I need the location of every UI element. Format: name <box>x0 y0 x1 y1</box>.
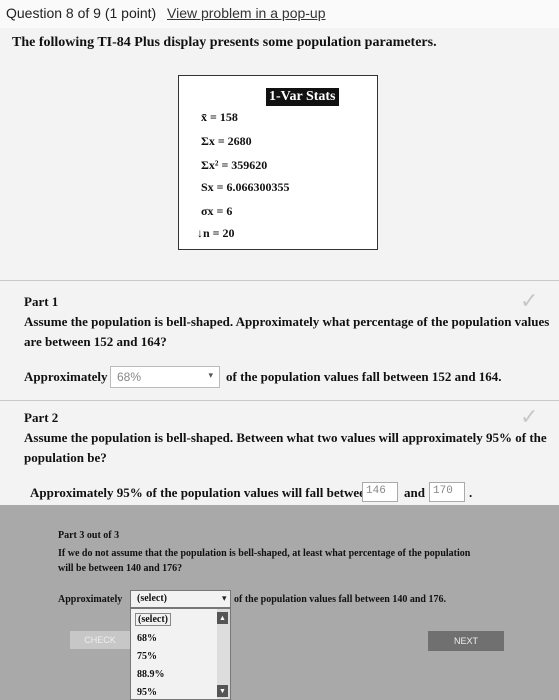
check-mark-icon: ✓ <box>520 288 539 313</box>
divider <box>0 280 559 281</box>
option-select[interactable]: (select) <box>135 613 171 626</box>
chevron-down-icon: ▾ <box>208 370 213 380</box>
part3-heading: Part 3 out of 3 <box>58 530 120 541</box>
high-value-input[interactable]: 170 <box>429 482 465 502</box>
part1-answer-value: 68% <box>117 370 142 384</box>
part3-question-line2: will be between 140 and 176? <box>58 563 183 574</box>
calc-line-sum: Σx = 2680 <box>201 134 252 148</box>
intro-text: The following TI-84 Plus display present… <box>12 35 437 50</box>
part2-question-line1: Assume the population is bell-shaped. Be… <box>24 430 547 445</box>
part1-question-line1: Assume the population is bell-shaped. Ap… <box>24 314 550 329</box>
calc-title: 1-Var Stats <box>266 88 339 106</box>
calc-line-sum-squares: Σx² = 359620 <box>201 158 268 172</box>
calc-line-sx: Sx = 6.066300355 <box>201 180 290 194</box>
check-button[interactable]: CHECK <box>70 631 130 649</box>
part1-answer-prefix: Approximately <box>24 369 108 384</box>
calc-line-sigma: σx = 6 <box>201 204 233 218</box>
part2-heading: Part 2 <box>24 410 59 425</box>
option-95[interactable]: 95% <box>137 687 157 698</box>
option-68[interactable]: 68% <box>137 633 157 644</box>
scroll-up-icon[interactable]: ▲ <box>217 612 228 624</box>
chevron-down-icon: ▾ <box>222 593 227 603</box>
part3-question-line1: If we do not assume that the population … <box>58 548 471 559</box>
dropdown-options-list: (select) 68% 75% 88.9% 95% ▲ ▼ <box>130 608 231 700</box>
calc-line-mean: x̄ = 158 <box>201 110 238 124</box>
option-88-9[interactable]: 88.9% <box>137 669 165 680</box>
part1-question-line2: are between 152 and 164? <box>24 334 167 349</box>
calc-line-n: ↓n = 20 <box>197 226 235 240</box>
part3-select-value: (select) <box>137 593 167 604</box>
part1-heading: Part 1 <box>24 294 59 309</box>
option-75[interactable]: 75% <box>137 651 157 662</box>
low-value-input[interactable]: 146 <box>362 482 398 502</box>
scroll-down-icon[interactable]: ▼ <box>217 685 228 697</box>
and-label: and <box>404 485 425 500</box>
period: . <box>469 485 473 500</box>
next-button[interactable]: NEXT <box>428 631 504 651</box>
part2-answer-prefix: Approximately 95% of the population valu… <box>30 485 373 500</box>
check-mark-icon: ✓ <box>520 404 539 429</box>
part3-answer-select[interactable]: (select) <box>130 590 231 608</box>
question-label: Question 8 of 9 (1 point) <box>6 5 157 21</box>
divider <box>0 400 559 401</box>
part1-answer-suffix: of the population values fall between 15… <box>226 369 502 384</box>
part1-answer-select[interactable]: 68% ▾ <box>110 366 220 388</box>
calculator-display: 1-Var Stats x̄ = 158 Σx = 2680 Σx² = 359… <box>178 75 378 250</box>
part2-question-line2: population be? <box>24 450 107 465</box>
part3-panel: Part 3 out of 3 If we do not assume that… <box>0 505 559 700</box>
part3-answer-suffix: of the population values fall between 14… <box>234 594 446 605</box>
part3-answer-prefix: Approximately <box>58 594 123 605</box>
popup-link[interactable]: View problem in a pop-up <box>167 5 326 21</box>
